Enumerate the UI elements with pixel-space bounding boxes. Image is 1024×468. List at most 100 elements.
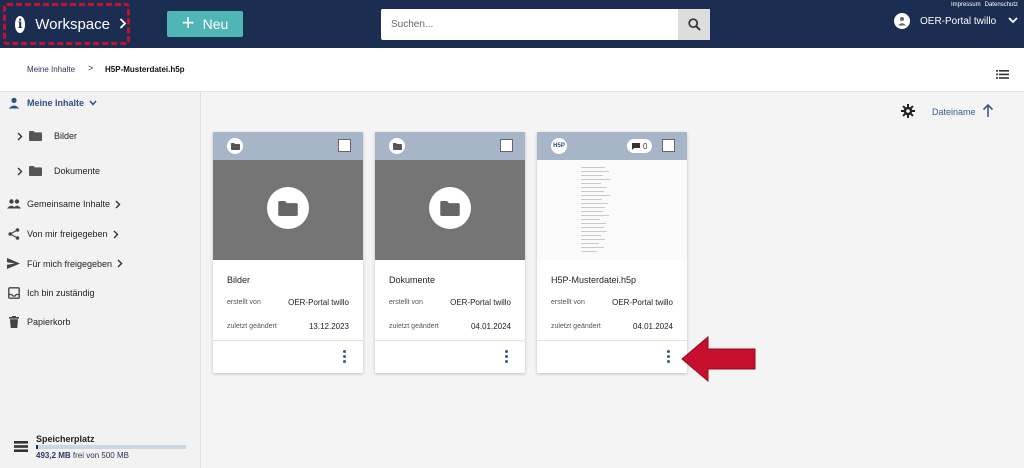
folder-icon [29, 131, 42, 141]
breadcrumb-root[interactable]: Meine Inhalte [27, 65, 75, 74]
sidebar-item-label: Ich bin zuständig [27, 288, 95, 298]
user-avatar-icon [898, 17, 906, 26]
folder-preview [267, 187, 309, 229]
card-title: H5P-Musterdatei.h5p [551, 275, 637, 285]
comment-count-badge[interactable]: 0 [627, 139, 653, 153]
card-checkbox[interactable] [500, 139, 513, 152]
sidebar-folder-label: Bilder [54, 131, 78, 141]
storage-icon [14, 439, 28, 457]
sidebar-item-meine-inhalte[interactable]: Meine Inhalte [8, 97, 97, 109]
storage-title: Speicherplatz [36, 434, 95, 444]
card-title: Bilder [227, 275, 251, 285]
more-options-icon[interactable] [499, 348, 513, 364]
group-icon [7, 199, 21, 209]
inbox-icon [8, 287, 20, 299]
workspace-button[interactable]: i Workspace [3, 3, 130, 45]
sidebar-folder-label: Dokumente [54, 166, 101, 176]
info-icon: i [15, 15, 26, 33]
search-icon [687, 18, 701, 31]
card-checkbox[interactable] [662, 139, 675, 152]
card-modified-date: 04.01.2024 [470, 322, 511, 331]
avatar [894, 13, 910, 29]
datenschutz-link[interactable]: Datenschutz [985, 2, 1018, 8]
card-created-by: OER-Portal twillo [450, 298, 511, 307]
card-h5p-musterdatei[interactable]: H5P 0 H5P-Musterdatei.h5p erstellt von O… [537, 132, 687, 373]
share-icon [8, 228, 20, 240]
sidebar-folder-dokumente[interactable]: Dokumente [17, 166, 100, 176]
sort-field-button[interactable]: Dateiname [932, 107, 976, 117]
folder-icon [230, 142, 240, 150]
new-button[interactable]: + Neu [167, 11, 243, 37]
comment-count: 0 [643, 141, 648, 151]
sidebar-item-von-mir-freigegeben[interactable]: Von mir freigegeben [8, 228, 119, 240]
user-menu[interactable]: OER-Portal twillo [894, 13, 1018, 29]
search-button[interactable] [678, 9, 710, 40]
card-divider [537, 340, 687, 341]
breadcrumb-separator: > [88, 63, 94, 73]
card-bilder[interactable]: Bilder erstellt von OER-Portal twillo zu… [213, 132, 363, 373]
card-modified-label: zuletzt geändert [389, 323, 439, 330]
gear-icon[interactable] [901, 104, 915, 123]
breadcrumb-current: H5P-Musterdatei.h5p [105, 65, 185, 74]
arrow-up-icon[interactable] [982, 103, 994, 123]
card-preview [213, 160, 363, 260]
card-dokumente[interactable]: Dokumente erstellt von OER-Portal twillo… [375, 132, 525, 373]
folder-icon [29, 166, 42, 176]
card-header: H5P 0 [537, 132, 687, 160]
chevron-right-icon [17, 167, 23, 175]
workspace-label: Workspace [35, 15, 110, 33]
sidebar-item-label: Meine Inhalte [27, 98, 85, 108]
sidebar-item-papierkorb[interactable]: Papierkorb [9, 316, 71, 328]
card-header [213, 132, 363, 160]
folder-icon [440, 200, 460, 216]
card-header [375, 132, 525, 160]
send-icon [7, 258, 20, 269]
sidebar-item-gemeinsame-inhalte[interactable]: Gemeinsame Inhalte [7, 199, 121, 209]
card-created-by: OER-Portal twillo [288, 298, 349, 307]
list-view-icon[interactable] [996, 66, 1009, 84]
card-preview-thumbnail [537, 160, 687, 260]
sidebar-folder-bilder[interactable]: Bilder [17, 131, 77, 141]
person-icon [8, 97, 20, 109]
card-created-label: erstellt von [551, 299, 585, 306]
folder-icon [392, 142, 402, 150]
storage-progress-fill [36, 445, 39, 449]
trash-icon [9, 316, 19, 328]
chevron-right-icon [17, 132, 23, 140]
chevron-right-icon [113, 230, 119, 238]
impressum-link[interactable]: Impressum [951, 2, 981, 8]
sidebar-item-label: Für mich freigegeben [27, 258, 113, 269]
chevron-right-icon [115, 200, 121, 208]
card-checkbox[interactable] [338, 139, 351, 152]
breadcrumb: Meine Inhalte > H5P-Musterdatei.h5p [0, 48, 1024, 92]
sidebar [0, 92, 201, 468]
sidebar-item-fuer-mich-freigegeben[interactable]: Für mich freigegeben [7, 258, 123, 269]
folder-type-badge [389, 138, 405, 154]
card-preview [375, 160, 525, 260]
folder-type-badge [227, 138, 243, 154]
storage-progress-bar [36, 445, 186, 449]
sidebar-item-ich-bin-zustaendig[interactable]: Ich bin zuständig [8, 287, 95, 299]
sidebar-item-label: Von mir freigegeben [27, 229, 108, 239]
search-bar [381, 9, 710, 40]
card-created-label: erstellt von [389, 299, 423, 306]
storage-text: 493,2 MB frei von 500 MB [36, 451, 129, 460]
chevron-right-icon [117, 259, 123, 268]
document-thumbnail [581, 167, 621, 255]
top-bar: i Workspace + Neu Impressum Datenschutz … [0, 0, 1024, 48]
new-button-label: Neu [202, 16, 229, 32]
user-name: OER-Portal twillo [920, 15, 997, 27]
h5p-type-badge: H5P [551, 138, 567, 154]
chevron-right-icon [119, 16, 127, 32]
folder-preview [429, 187, 471, 229]
storage-used: 493,2 MB [36, 451, 71, 460]
annotation-arrow-icon [681, 335, 756, 383]
card-modified-date: 13.12.2023 [308, 322, 349, 331]
card-divider [375, 340, 525, 341]
folder-icon [278, 200, 298, 216]
card-created-label: erstellt von [227, 299, 261, 306]
search-input[interactable] [381, 9, 678, 40]
more-options-icon[interactable] [661, 348, 675, 364]
card-modified-label: zuletzt geändert [551, 323, 601, 330]
more-options-icon[interactable] [337, 348, 351, 364]
